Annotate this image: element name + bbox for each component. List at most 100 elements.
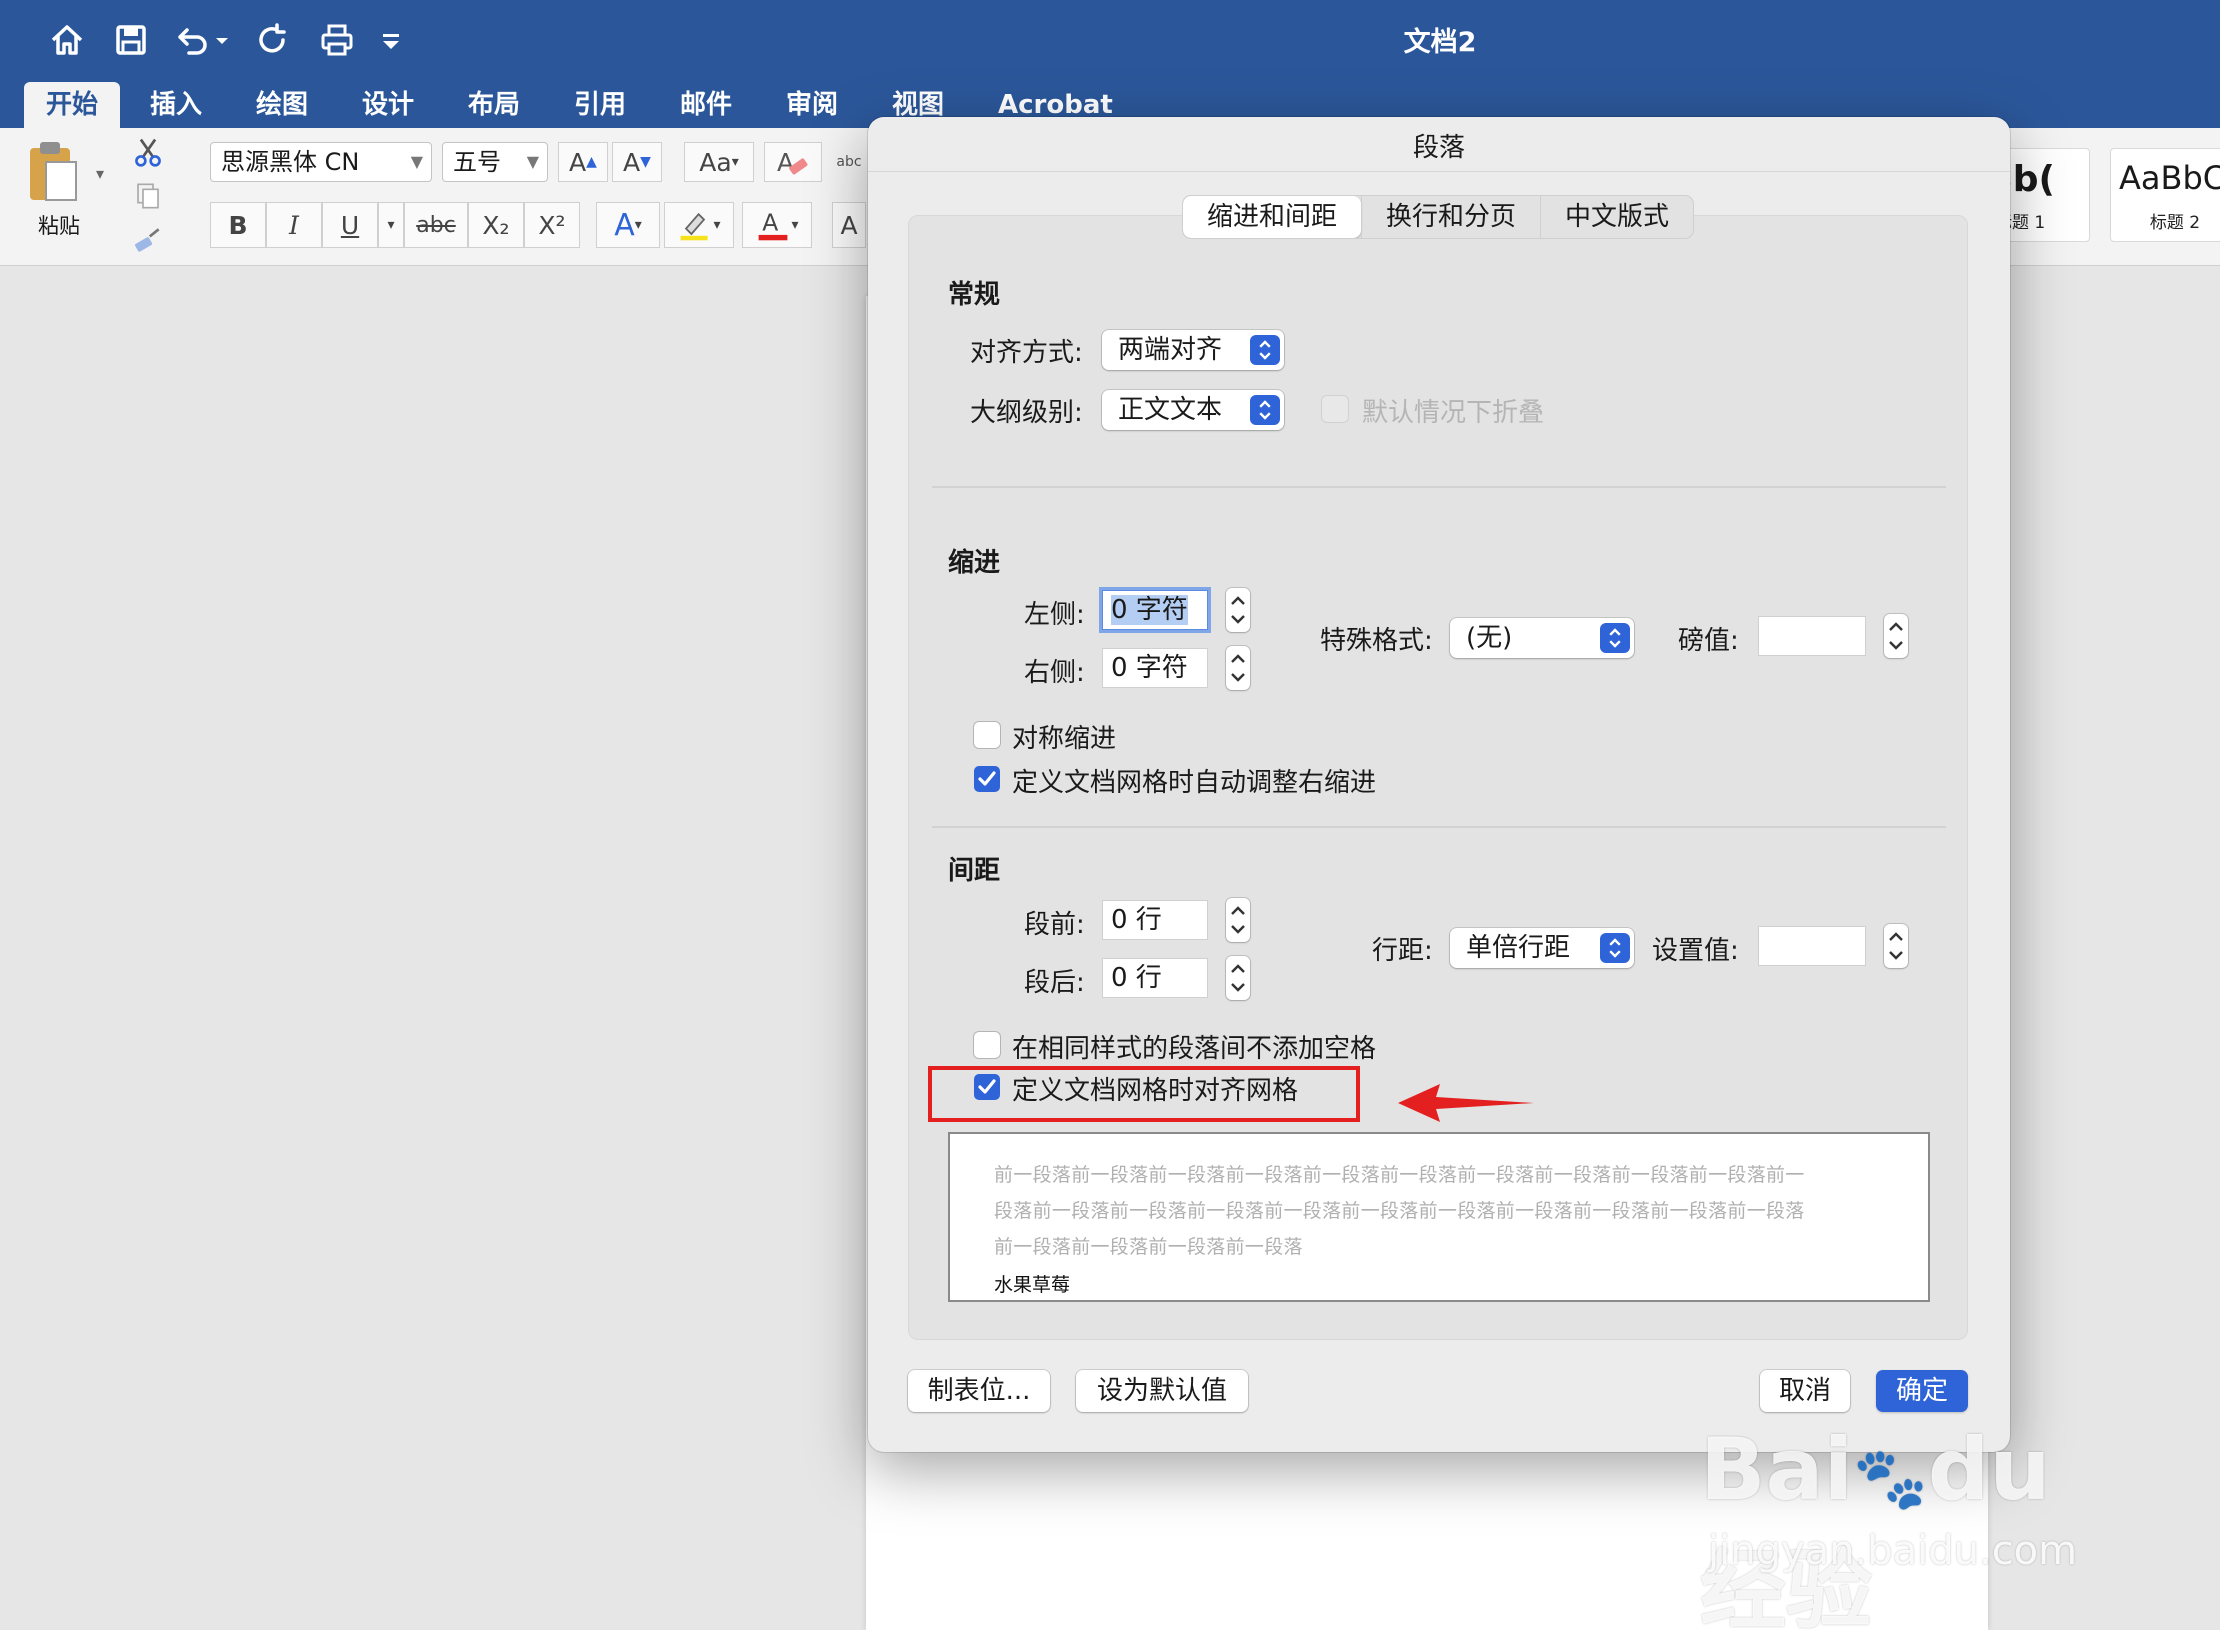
auto-adjust-right-indent-label: 定义文档网格时自动调整右缩进 (1012, 768, 1377, 798)
no-space-same-style-label: 在相同样式的段落间不添加空格 (1012, 1034, 1377, 1064)
highlight-rectangle (928, 1066, 1360, 1122)
space-after-stepper[interactable] (1226, 956, 1250, 1000)
left-indent-field[interactable]: 0 字符 (1102, 590, 1208, 630)
special-indent-select[interactable]: (无) (1450, 618, 1634, 658)
style-preview: AaBbC (2119, 159, 2220, 197)
italic-button[interactable]: I (266, 202, 322, 248)
tab-home[interactable]: 开始 (24, 82, 121, 128)
font-name-combo[interactable]: 思源黑体 CN ▼ (210, 142, 432, 182)
preview-box: 前一段落前一段落前一段落前一段落前一段落前一段落前一段落前一段落前一段落前一段落… (948, 1132, 1930, 1302)
outline-level-value: 正文文本 (1118, 395, 1223, 425)
grow-font-button[interactable]: A ▲ (558, 142, 608, 182)
right-indent-label: 右侧: (1024, 658, 1085, 688)
format-painter-icon[interactable] (130, 222, 166, 258)
ok-button[interactable]: 确定 (1876, 1370, 1968, 1412)
dialog-tabs: 缩进和间距 换行和分页 中文版式 (1182, 195, 1695, 239)
general-section-title: 常规 (948, 280, 1001, 310)
paste-label: 粘贴 (38, 214, 80, 238)
collapse-by-default-checkbox[interactable] (1322, 396, 1348, 422)
special-indent-value: (无) (1466, 623, 1513, 653)
at-field[interactable] (1758, 926, 1866, 966)
space-before-label: 段前: (1024, 910, 1085, 940)
superscript-button[interactable]: X² (524, 202, 580, 248)
set-default-button[interactable]: 设为默认值 (1076, 1370, 1248, 1412)
up-down-chevron-icon (1250, 335, 1280, 365)
up-down-chevron-icon (1250, 395, 1280, 425)
left-indent-value: 0 字符 (1111, 595, 1188, 625)
underline-dropdown-icon[interactable]: ▾ (378, 202, 404, 248)
shrink-font-button[interactable]: A ▼ (612, 142, 662, 182)
paste-dropdown-icon[interactable]: ▾ (88, 158, 112, 188)
by-field[interactable] (1758, 616, 1866, 656)
tab-review[interactable]: 审阅 (764, 82, 860, 128)
chevron-down-icon: ▼ (526, 152, 539, 171)
watermark-url: jingyan.baidu.com (1708, 1528, 2078, 1574)
section-divider (932, 826, 1946, 828)
svg-text:A: A (763, 208, 779, 236)
text-effects-partial-icon[interactable]: abc (832, 140, 866, 184)
strikethrough-button[interactable]: abc (404, 202, 468, 248)
mirror-indents-label: 对称缩进 (1012, 724, 1117, 754)
font-color-icon[interactable]: A ▾ (742, 202, 812, 248)
paste-icon[interactable] (24, 138, 84, 208)
highlight-icon[interactable]: ▾ (664, 202, 734, 248)
change-case-button[interactable]: Aa ▾ (684, 142, 754, 182)
title-separator (868, 171, 2010, 172)
tab-asian-typography[interactable]: 中文版式 (1540, 196, 1693, 238)
watermark-logo: Bai🐾du 经验 (1700, 1420, 2051, 1630)
save-icon[interactable] (108, 14, 154, 66)
left-indent-stepper[interactable] (1226, 588, 1250, 632)
style-heading-2[interactable]: AaBbC 标题 2 (2110, 148, 2220, 242)
tab-references[interactable]: 引用 (552, 82, 648, 128)
tab-design[interactable]: 设计 (340, 82, 436, 128)
up-down-chevron-icon (1600, 623, 1630, 653)
space-before-field[interactable]: 0 行 (1102, 900, 1208, 940)
tabs-button[interactable]: 制表位... (908, 1370, 1050, 1412)
mirror-indents-checkbox[interactable] (974, 722, 1000, 748)
by-stepper[interactable] (1884, 614, 1908, 658)
underline-button[interactable]: U (322, 202, 378, 248)
home-icon[interactable] (44, 14, 90, 66)
character-shading-icon[interactable]: A (832, 202, 866, 248)
copy-icon[interactable] (130, 178, 166, 214)
spacing-section-title: 间距 (948, 856, 1001, 886)
document-title: 文档2 (1403, 27, 1477, 58)
clear-formatting-icon[interactable]: A (764, 142, 822, 182)
cut-icon[interactable] (130, 134, 166, 170)
preview-line: 前一段落前一段落前一段落前一段落前一段落前一段落前一段落前一段落前一段落前一段落… (994, 1164, 1805, 1186)
tab-line-page-breaks[interactable]: 换行和分页 (1361, 196, 1540, 238)
cancel-button[interactable]: 取消 (1760, 1370, 1850, 1412)
space-after-field[interactable]: 0 行 (1102, 958, 1208, 998)
line-spacing-value: 单倍行距 (1466, 933, 1571, 963)
auto-adjust-right-indent-checkbox[interactable] (974, 766, 1000, 792)
undo-icon[interactable] (170, 14, 216, 66)
text-effects-icon[interactable]: A ▾ (596, 202, 660, 248)
customize-icon[interactable] (376, 14, 406, 66)
tab-insert[interactable]: 插入 (128, 82, 224, 128)
space-before-stepper[interactable] (1226, 898, 1250, 942)
indent-section-title: 缩进 (948, 548, 1001, 578)
tab-mailings[interactable]: 邮件 (658, 82, 754, 128)
right-indent-stepper[interactable] (1226, 646, 1250, 690)
alignment-select[interactable]: 两端对齐 (1102, 330, 1284, 370)
up-down-chevron-icon (1600, 933, 1630, 963)
tab-indents-spacing[interactable]: 缩进和间距 (1183, 196, 1362, 238)
print-icon[interactable] (314, 14, 360, 66)
tab-layout[interactable]: 布局 (446, 82, 542, 128)
line-spacing-select[interactable]: 单倍行距 (1450, 928, 1634, 968)
undo-dropdown-icon[interactable] (212, 14, 232, 66)
no-space-same-style-checkbox[interactable] (974, 1032, 1000, 1058)
special-indent-label: 特殊格式: (1320, 626, 1433, 656)
alignment-label: 对齐方式: (970, 338, 1083, 368)
preview-line: 前一段落前一段落前一段落前一段落 (994, 1236, 1303, 1258)
outline-level-select[interactable]: 正文文本 (1102, 390, 1284, 430)
font-size-combo[interactable]: 五号 ▼ (442, 142, 548, 182)
redo-icon[interactable] (250, 14, 296, 66)
bold-button[interactable]: B (210, 202, 266, 248)
subscript-button[interactable]: X₂ (468, 202, 524, 248)
section-divider (932, 486, 1946, 488)
tab-draw[interactable]: 绘图 (234, 82, 330, 128)
at-stepper[interactable] (1884, 924, 1908, 968)
right-indent-field[interactable]: 0 字符 (1102, 648, 1208, 688)
font-name-value: 思源黑体 CN (221, 148, 360, 176)
